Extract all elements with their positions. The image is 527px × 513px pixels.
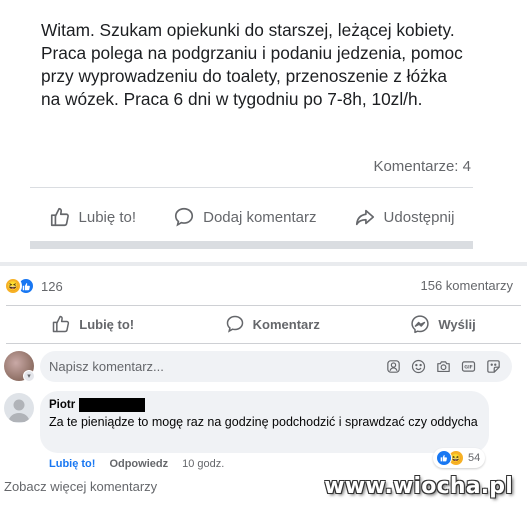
- sticker-icon[interactable]: [485, 358, 502, 375]
- emoji-icon[interactable]: [410, 358, 427, 375]
- send-label: Wyślij: [438, 316, 476, 332]
- like-reaction-icon: [436, 450, 452, 466]
- reactions-group[interactable]: 😆 126: [4, 277, 63, 295]
- comment-bubble: Piotr Za te pieniądze to mogę raz na god…: [40, 391, 489, 453]
- see-more-comments-link[interactable]: Zobacz więcej komentarzy: [4, 479, 157, 494]
- post-share-button[interactable]: Udostępnij: [354, 206, 455, 228]
- commenter-avatar[interactable]: [4, 393, 34, 423]
- like-label: Lubię to!: [79, 316, 135, 332]
- action-bar: Lubię to! Komentarz Wyślij: [6, 308, 521, 340]
- post-comments-count[interactable]: Komentarze: 4: [373, 158, 471, 175]
- svg-text:GIF: GIF: [464, 365, 473, 371]
- comment-reply-link[interactable]: Odpowiedz: [109, 458, 168, 470]
- comment-author[interactable]: Piotr: [49, 399, 75, 411]
- comment-input-placeholder: Napisz komentarz...: [49, 359, 164, 374]
- comment-timestamp[interactable]: 10 godz.: [182, 458, 224, 470]
- divider: [6, 305, 521, 306]
- comment-button[interactable]: Komentarz: [225, 314, 320, 334]
- haha-reaction-icon: 😆: [4, 277, 22, 295]
- comment-text: Za te pieniądze to mogę raz na godzinę p…: [49, 415, 478, 429]
- post-share-label: Udostępnij: [383, 208, 455, 226]
- like-button[interactable]: Lubię to!: [51, 314, 134, 334]
- avatar-sticker-icon[interactable]: [385, 358, 402, 375]
- comment-author-row: Piotr: [49, 398, 479, 412]
- post-comment-button[interactable]: Dodaj komentarz: [173, 206, 317, 228]
- redaction-box: [79, 398, 146, 412]
- speech-bubble-icon: [175, 207, 194, 227]
- comment-meta: Lubię to! Odpowiedz 10 godz.: [49, 458, 224, 470]
- comment-label: Komentarz: [252, 316, 320, 332]
- composer-icons: GIF: [385, 358, 512, 375]
- comment-like-link[interactable]: Lubię to!: [49, 458, 95, 470]
- comment-input[interactable]: Napisz komentarz... GIF: [40, 351, 512, 382]
- screenshot-separator: [0, 262, 527, 266]
- comment-reaction-count: 54: [468, 452, 481, 464]
- shared-post-card: Witam. Szukam opiekunki do starszej, leż…: [30, 0, 473, 250]
- share-arrow-icon: [355, 209, 374, 226]
- speech-bubble-icon: [226, 315, 243, 333]
- messenger-icon: [411, 315, 430, 334]
- divider: [30, 187, 473, 188]
- post-bottom-border: [30, 241, 473, 249]
- camera-icon[interactable]: [435, 358, 452, 375]
- chevron-down-icon[interactable]: ▾: [23, 370, 35, 382]
- post-comment-label: Dodaj komentarz: [203, 208, 317, 226]
- reaction-summary: 😆 126 156 komentarzy: [0, 275, 527, 297]
- thumbs-up-icon: [53, 315, 70, 333]
- post-text: Witam. Szukam opiekunki do starszej, leż…: [41, 20, 463, 109]
- comment-count-link[interactable]: 156 komentarzy: [421, 278, 514, 293]
- site-watermark: www.wiocha.pl: [324, 474, 513, 499]
- send-button[interactable]: Wyślij: [410, 314, 476, 334]
- gif-icon[interactable]: GIF: [460, 358, 477, 375]
- post-like-button[interactable]: Lubię to!: [49, 206, 137, 228]
- divider: [6, 343, 521, 344]
- reaction-count: 126: [41, 278, 63, 294]
- thumbs-up-icon: [50, 207, 69, 227]
- post-like-label: Lubię to!: [78, 208, 137, 226]
- comment-reactions[interactable]: 😆 54: [433, 448, 486, 468]
- post-action-bar: Lubię to! Dodaj komentarz Udostępnij: [30, 196, 473, 238]
